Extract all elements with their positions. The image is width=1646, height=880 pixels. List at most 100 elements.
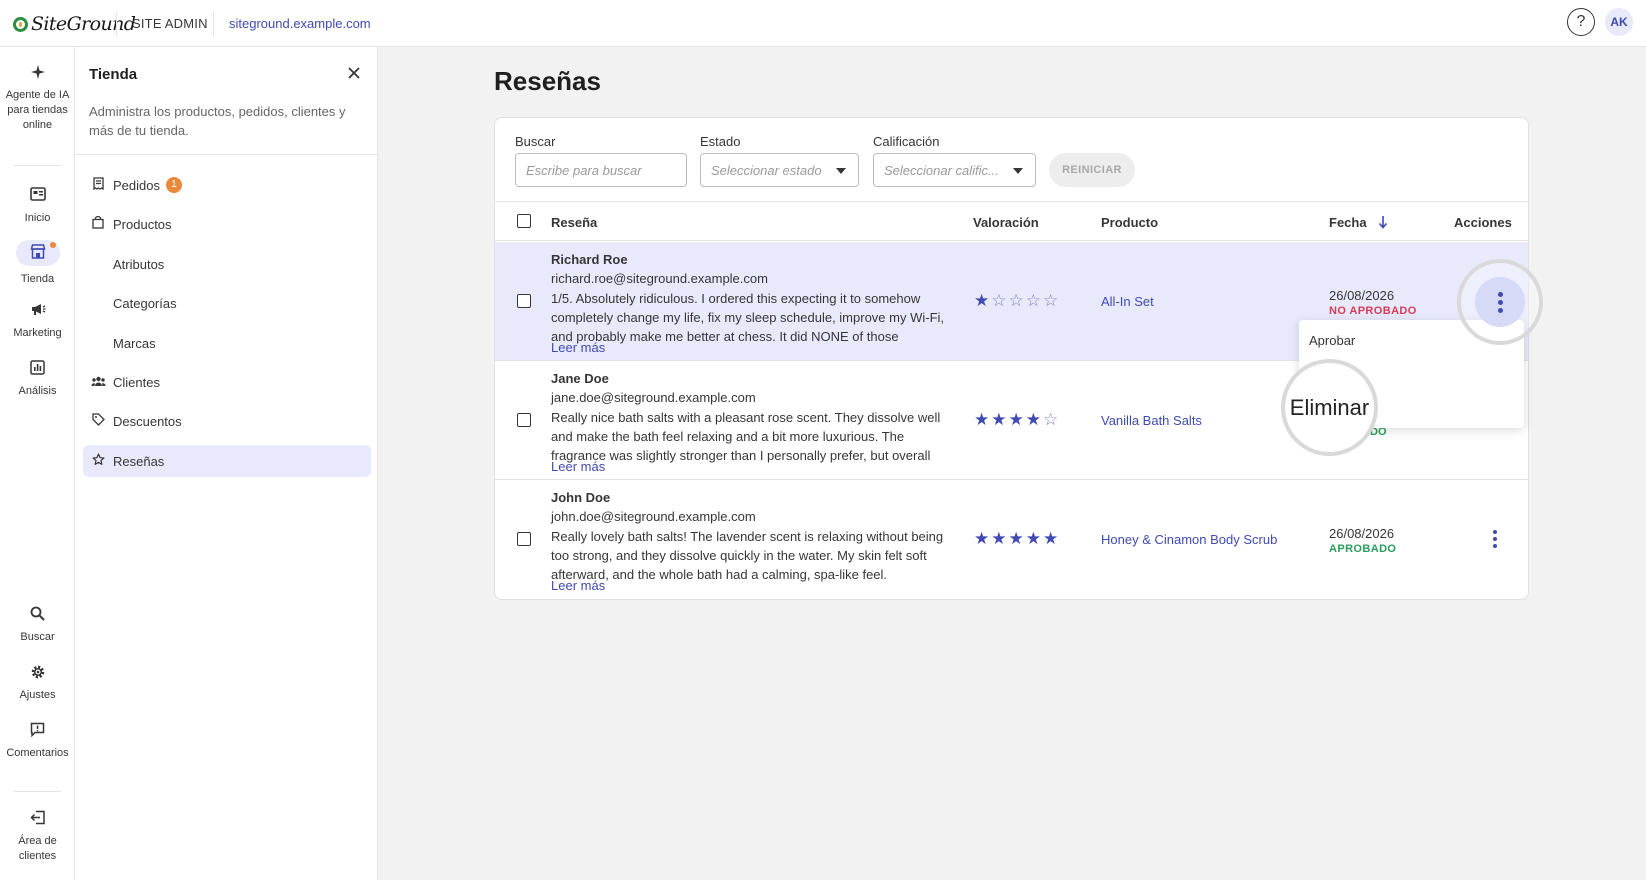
star-empty-icon: ☆ [1043,410,1059,429]
sidebar-item-atributos[interactable]: Atributos [83,248,371,280]
store-icon [28,244,48,262]
status-label: Estado [700,134,741,149]
sidebar-item-marcas[interactable]: Marcas [83,327,371,359]
help-button[interactable]: ? [1567,8,1595,36]
sidebar-item-productos[interactable]: Productos [83,208,371,240]
rail-label: Ajustes [19,689,56,701]
rail-label: Inicio [24,212,51,224]
column-product[interactable]: Producto [1101,215,1158,230]
orders-count-badge: 1 [165,177,182,193]
dashboard-icon [28,187,48,205]
rail-label: Marketing [13,327,62,339]
tag-icon [91,413,105,429]
reset-button[interactable]: REINICIAR [1049,153,1135,187]
rating-select[interactable]: Seleccionar calific... [873,153,1036,187]
table-header: Reseña Valoración Producto Fecha Accione… [495,201,1528,241]
rating-stars: ★ ☆ ☆ ☆ ☆ [974,292,1058,309]
rail-item-marketing[interactable]: Marketing [0,302,75,341]
star-filled-icon: ★ [1008,529,1024,548]
sparkle-icon [28,64,48,82]
sidebar-item-label: Descuentos [113,413,182,429]
search-input[interactable]: Escribe para buscar [515,153,687,187]
sidebar-item-label: Clientes [113,374,160,390]
sidebar-item-resenas[interactable]: Reseñas [83,445,371,477]
rail-label: Comentarios [6,747,69,759]
approve-menu-item[interactable]: Aprobar [1309,333,1355,348]
product-link[interactable]: Vanilla Bath Salts [1101,413,1202,428]
row-actions-button-active[interactable] [1457,259,1543,345]
column-actions: Acciones [1454,215,1512,230]
row-checkbox[interactable] [517,413,531,427]
sidebar-divider [75,154,378,155]
column-rating[interactable]: Valoración [973,215,1039,230]
avatar[interactable]: AK [1605,8,1633,36]
star-filled-icon: ★ [974,410,990,429]
rail-item-buscar[interactable]: Buscar [0,606,75,645]
star-empty-icon: ☆ [991,291,1007,310]
row-checkbox[interactable] [517,294,531,308]
review-text: 1/5. Absolutely ridiculous. I ordered th… [551,291,945,344]
chevron-down-icon [836,168,846,174]
sidebar-item-clientes[interactable]: Clientes [83,366,371,398]
close-sidebar-button[interactable] [345,64,363,82]
read-more-link[interactable]: Leer más [551,340,605,355]
chevron-down-icon [1013,168,1023,174]
sidebar-item-label: Pedidos [113,177,160,193]
kebab-dot [1497,291,1503,297]
sidebar-item-categorias[interactable]: Categorías [83,287,371,319]
row-checkbox[interactable] [517,532,531,546]
reviewer-name: Jane Doe [551,371,609,386]
rail-item-ajustes[interactable]: Ajustes [0,664,75,703]
site-url-link[interactable]: siteground.example.com [229,16,371,31]
sidebar-item-label: Atributos [113,256,165,272]
star-filled-icon: ★ [991,410,1007,429]
rail-item-inicio[interactable]: Inicio [0,187,75,226]
kebab-dot [1497,307,1503,313]
product-link[interactable]: Honey & Cinamon Body Scrub [1101,532,1277,547]
reviewer-name: John Doe [551,490,611,505]
star-empty-icon: ☆ [1008,291,1024,310]
star-filled-icon: ★ [1043,529,1059,548]
store-sidebar: Tienda Administra los productos, pedidos… [75,47,378,880]
comment-icon [28,722,48,740]
rail-label: Tienda [20,273,55,285]
rail-item-tienda[interactable]: Tienda [0,240,75,287]
sort-down-icon[interactable] [1378,215,1388,229]
megaphone-icon [28,302,48,320]
star-filled-icon: ★ [1025,410,1041,429]
row-actions-button[interactable] [1485,528,1505,550]
column-date[interactable]: Fecha [1329,215,1388,230]
delete-menu-item[interactable]: Eliminar [1281,359,1378,456]
read-more-link[interactable]: Leer más [551,578,605,593]
page-title: Reseñas [494,66,601,96]
column-review[interactable]: Reseña [551,215,597,230]
kebab-icon [1475,277,1525,327]
sidebar-item-descuentos[interactable]: Descuentos [83,405,371,437]
close-icon [348,67,360,79]
star-filled-icon: ★ [991,529,1007,548]
star-filled-icon: ★ [1025,529,1041,548]
status-select[interactable]: Seleccionar estado [700,153,859,187]
rating-stars: ★ ★ ★ ★ ★ [974,530,1058,547]
select-all-checkbox[interactable] [517,214,531,228]
logo-text: SiteGround [31,13,136,35]
notification-dot [49,242,56,248]
reviewer-email: john.doe@siteground.example.com [551,509,756,524]
product-link[interactable]: All-In Set [1101,294,1154,309]
rail-item-comentarios[interactable]: Comentarios [0,722,75,761]
sidebar-item-pedidos[interactable]: Pedidos 1 [83,169,371,201]
review-text: Really nice bath salts with a pleasant r… [551,410,941,463]
kebab-dot [1493,544,1497,548]
rail-item-area-clientes[interactable]: Área de clientes [0,810,75,864]
sidebar-title: Tienda [89,66,138,83]
read-more-link[interactable]: Leer más [551,459,605,474]
rail-item-analisis[interactable]: Análisis [0,360,75,399]
rail-label: Agente de IA para tiendas online [5,89,70,131]
rating-stars: ★ ★ ★ ★ ☆ [974,411,1058,428]
receipt-icon [91,177,105,193]
search-label: Buscar [515,134,556,149]
column-date-label: Fecha [1329,215,1367,230]
rail-item-ai-agent[interactable]: Agente de IA para tiendas online [0,64,75,133]
sidebar-item-label: Categorías [113,295,177,311]
table-row[interactable]: John Doe john.doe@siteground.example.com… [495,480,1528,599]
